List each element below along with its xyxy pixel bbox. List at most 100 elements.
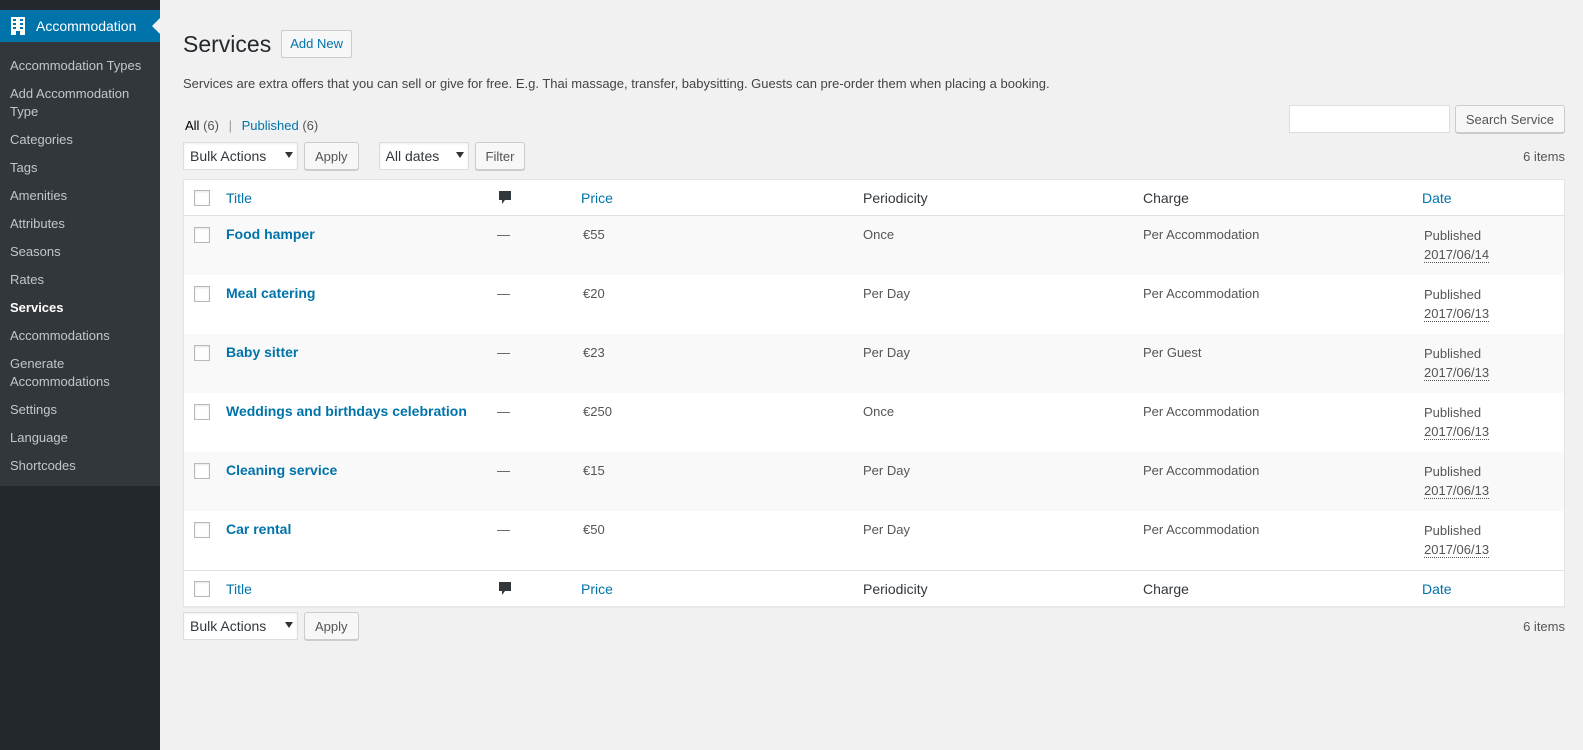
sidebar-item-categories[interactable]: Categories xyxy=(0,126,160,154)
chevron-down-icon xyxy=(285,622,293,628)
row-checkbox[interactable] xyxy=(194,286,210,302)
row-periodicity: Once xyxy=(863,404,895,419)
row-date-value: 2017/06/13 xyxy=(1424,306,1490,322)
row-price: €15 xyxy=(583,463,605,478)
select-all-checkbox-footer[interactable] xyxy=(194,581,210,597)
row-price: €23 xyxy=(583,345,605,360)
admin-sidebar: Accommodation Accommodation Types Add Ac… xyxy=(0,0,160,750)
menu-accommodation-label: Accommodation xyxy=(36,18,137,34)
items-count-bottom: 6 items xyxy=(1523,618,1565,634)
row-title-link[interactable]: Meal catering xyxy=(226,285,315,301)
row-date-value: 2017/06/13 xyxy=(1424,542,1490,558)
column-periodicity-footer: Periodicity xyxy=(863,581,928,597)
page-title: Services xyxy=(183,31,272,57)
sidebar-item-shortcodes[interactable]: Shortcodes xyxy=(0,452,160,480)
column-date[interactable]: Date xyxy=(1422,190,1452,206)
row-checkbox[interactable] xyxy=(194,522,210,538)
row-title-link[interactable]: Food hamper xyxy=(226,226,315,242)
row-date: Published 2017/06/13 xyxy=(1424,521,1490,559)
column-title-footer[interactable]: Title xyxy=(226,581,252,597)
row-date-value: 2017/06/14 xyxy=(1424,247,1490,263)
select-all-checkbox[interactable] xyxy=(194,190,210,206)
items-count: 6 items xyxy=(1523,148,1565,164)
row-date: Published 2017/06/13 xyxy=(1424,344,1490,382)
table-footer: Title Price Periodicity Charge Date xyxy=(184,570,1564,606)
row-title-link[interactable]: Car rental xyxy=(226,521,291,537)
filter-all[interactable]: All xyxy=(185,118,199,133)
row-price: €55 xyxy=(583,227,605,242)
filter-separator: | xyxy=(228,118,232,133)
table-row: Car rental — €50 Per Day Per Accommodati… xyxy=(184,511,1564,570)
filter-published[interactable]: Published xyxy=(242,118,299,133)
status-filter-links: All (6) | Published (6) xyxy=(185,118,318,133)
bulk-actions-select-bottom[interactable]: Bulk Actions xyxy=(183,612,298,640)
sidebar-item-generate-accommodations[interactable]: Generate Accommodations xyxy=(0,350,160,396)
row-periodicity: Once xyxy=(863,227,895,242)
building-icon xyxy=(10,16,26,36)
row-charge: Per Accommodation xyxy=(1143,227,1260,242)
row-date-value: 2017/06/13 xyxy=(1424,424,1490,440)
row-charge: Per Accommodation xyxy=(1143,522,1260,537)
row-charge: Per Accommodation xyxy=(1143,404,1260,419)
row-title-link[interactable]: Weddings and birthdays celebration xyxy=(226,403,467,419)
table-row: Food hamper — €55 Once Per Accommodation… xyxy=(184,216,1564,275)
page-description: Services are extra offers that you can s… xyxy=(183,76,1050,91)
filter-all-count: (6) xyxy=(203,118,219,133)
bulk-actions-select[interactable]: Bulk Actions xyxy=(183,142,298,170)
row-title-link[interactable]: Cleaning service xyxy=(226,462,337,478)
sidebar-item-settings[interactable]: Settings xyxy=(0,396,160,424)
apply-button[interactable]: Apply xyxy=(304,142,359,170)
sidebar-item-attributes[interactable]: Attributes xyxy=(0,210,160,238)
row-checkbox[interactable] xyxy=(194,463,210,479)
column-price[interactable]: Price xyxy=(581,190,613,206)
table-header: Title Price Periodicity Charge Date xyxy=(184,180,1564,216)
filter-button[interactable]: Filter xyxy=(474,142,526,170)
filter-published-count: (6) xyxy=(302,118,319,133)
row-periodicity: Per Day xyxy=(863,522,910,537)
column-title[interactable]: Title xyxy=(226,190,252,206)
sidebar-item-rates[interactable]: Rates xyxy=(0,266,160,294)
search-service-button[interactable]: Search Service xyxy=(1454,105,1565,133)
row-comments: — xyxy=(497,463,510,478)
row-checkbox[interactable] xyxy=(194,345,210,361)
table-row: Meal catering — €20 Per Day Per Accommod… xyxy=(184,275,1564,334)
row-price: €250 xyxy=(583,404,612,419)
column-price-footer[interactable]: Price xyxy=(581,581,613,597)
comment-icon xyxy=(498,190,512,206)
sidebar-item-language[interactable]: Language xyxy=(0,424,160,452)
menu-accommodation[interactable]: Accommodation xyxy=(0,10,160,42)
chevron-down-icon xyxy=(285,152,293,158)
row-checkbox[interactable] xyxy=(194,404,210,420)
row-comments: — xyxy=(497,522,510,537)
sidebar-item-services[interactable]: Services xyxy=(0,294,160,322)
row-charge: Per Accommodation xyxy=(1143,463,1260,478)
search-input[interactable] xyxy=(1288,105,1450,133)
row-status: Published xyxy=(1424,228,1482,243)
chevron-down-icon xyxy=(455,152,464,158)
row-date-value: 2017/06/13 xyxy=(1424,365,1490,381)
bulk-actions-value: Bulk Actions xyxy=(190,618,267,634)
column-date-footer[interactable]: Date xyxy=(1422,581,1452,597)
row-date: Published 2017/06/13 xyxy=(1424,285,1490,323)
services-table: Title Price Periodicity Charge Date Food… xyxy=(183,179,1565,607)
row-charge: Per Accommodation xyxy=(1143,286,1260,301)
apply-button-bottom[interactable]: Apply xyxy=(304,612,359,640)
sidebar-item-accommodations[interactable]: Accommodations xyxy=(0,322,160,350)
row-checkbox[interactable] xyxy=(194,227,210,243)
row-date: Published 2017/06/13 xyxy=(1424,462,1490,500)
sidebar-item-accommodation-types[interactable]: Accommodation Types xyxy=(0,52,160,80)
column-charge: Charge xyxy=(1143,190,1189,206)
sidebar-item-add-accommodation-type[interactable]: Add Accommodation Type xyxy=(0,80,160,126)
row-comments: — xyxy=(497,227,510,242)
column-charge-footer: Charge xyxy=(1143,581,1189,597)
sidebar-item-seasons[interactable]: Seasons xyxy=(0,238,160,266)
bulk-actions-value: Bulk Actions xyxy=(190,148,267,164)
sidebar-item-tags[interactable]: Tags xyxy=(0,154,160,182)
row-price: €20 xyxy=(583,286,605,301)
row-price: €50 xyxy=(583,522,605,537)
row-title-link[interactable]: Baby sitter xyxy=(226,344,298,360)
add-new-button[interactable]: Add New xyxy=(281,30,352,58)
sidebar-item-amenities[interactable]: Amenities xyxy=(0,182,160,210)
dates-select[interactable]: All dates xyxy=(378,142,469,170)
row-status: Published xyxy=(1424,405,1482,420)
